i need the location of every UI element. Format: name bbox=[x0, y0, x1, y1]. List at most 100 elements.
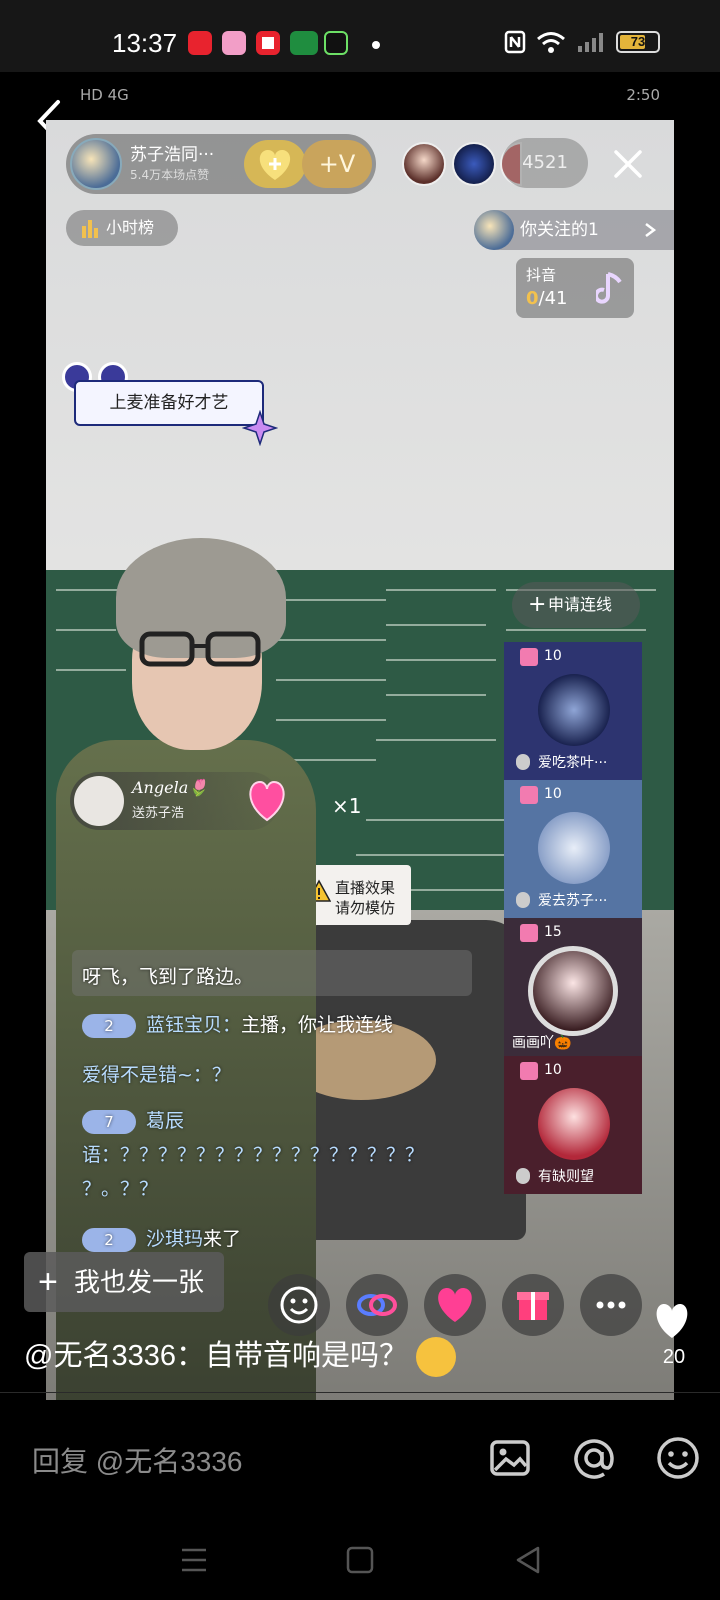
gift-count: 10 bbox=[544, 1062, 562, 1078]
host-info-pill[interactable]: 苏子浩同··· 5.4万本场点赞 +V bbox=[66, 134, 376, 194]
battery-level: 73 bbox=[630, 34, 646, 49]
mic-slot[interactable]: 10 爱去苏子··· bbox=[504, 780, 642, 918]
mic-slot[interactable]: 10 爱吃茶叶··· bbox=[504, 642, 642, 780]
heart-icon bbox=[438, 1288, 472, 1322]
gift-target: 送苏子浩 bbox=[132, 806, 185, 821]
navigation-bar bbox=[0, 1520, 720, 1600]
mic-slot[interactable]: 15 画画吖🎃 bbox=[504, 918, 642, 1056]
gift-banner: Angela🌷 送苏子浩 ×1 bbox=[70, 772, 361, 830]
gift-sender-avatar bbox=[74, 776, 124, 826]
host-likes: 5.4万本场点赞 bbox=[130, 168, 210, 182]
post-image-button[interactable]: + 我也发一张 bbox=[24, 1252, 224, 1312]
wifi-icon bbox=[537, 32, 565, 53]
following-avatar bbox=[474, 210, 514, 250]
warning-sign: 直播效果 请勿模仿 bbox=[301, 865, 411, 925]
mic-avatar bbox=[528, 946, 618, 1036]
gift-count: 10 bbox=[544, 648, 562, 664]
music-count-total: /41 bbox=[538, 288, 568, 309]
live-stream-screenshot[interactable]: 直播效果 请勿模仿 苏子浩同··· 5.4万本场点赞 +V 4521 小时榜 你… bbox=[46, 120, 674, 1400]
gift-icon bbox=[520, 924, 538, 942]
viewer-count[interactable]: 4521 bbox=[502, 138, 588, 188]
heart-gift-icon bbox=[249, 780, 285, 822]
chat-message: 呀飞，飞到了路边。 bbox=[82, 966, 254, 988]
chat-user[interactable]: 葛辰 bbox=[146, 1110, 184, 1132]
apply-link-label: 申请连线 bbox=[548, 595, 613, 614]
youtube-icon bbox=[188, 31, 212, 55]
gift-icon bbox=[520, 786, 538, 804]
more-dots-icon bbox=[596, 1301, 626, 1309]
mic-slot[interactable]: 10 有缺则望 bbox=[504, 1056, 642, 1194]
like-heart-icon[interactable] bbox=[650, 1300, 694, 1340]
close-icon[interactable] bbox=[608, 144, 648, 184]
host-avatar[interactable] bbox=[70, 138, 122, 190]
plus-icon: + bbox=[38, 1263, 58, 1301]
like-count: 20 bbox=[662, 1346, 686, 1368]
chat-message: 2 蓝钰宝贝：主播，你让我连线 bbox=[82, 1010, 393, 1038]
level-badge: 2 bbox=[82, 1227, 136, 1252]
douyin-music-widget[interactable]: 抖音 0/41 bbox=[516, 258, 634, 318]
warning-line-1: 直播效果 bbox=[335, 879, 396, 897]
following-live-pill[interactable]: 你关注的1 bbox=[474, 210, 674, 250]
chat-message: 2 沙琪玛来了 bbox=[82, 1224, 241, 1252]
mic-user-name: 爱吃茶叶··· bbox=[538, 755, 608, 771]
mic-user-name: 爱去苏子··· bbox=[538, 893, 608, 909]
gift-sender-name: Angela🌷 bbox=[132, 778, 209, 797]
heart-plus-icon bbox=[259, 150, 291, 180]
gift-count: 15 bbox=[544, 924, 562, 940]
post-image-label: 我也发一张 bbox=[74, 1267, 205, 1297]
gift-times: ×1 bbox=[332, 794, 362, 818]
status-time: 13:37 bbox=[112, 28, 178, 58]
sparkle-icon bbox=[242, 410, 278, 446]
gift-count: 10 bbox=[544, 786, 562, 802]
following-label: 你关注的1 bbox=[520, 220, 599, 240]
back-icon[interactable] bbox=[504, 1536, 552, 1584]
screenshot-time: 2:50 bbox=[626, 86, 660, 104]
image-picker-icon[interactable] bbox=[486, 1434, 534, 1482]
like-gift-button[interactable] bbox=[424, 1274, 486, 1336]
comment-text[interactable]: @无名3336：自带音响是吗？ bbox=[24, 1332, 456, 1378]
mic-icon bbox=[516, 1168, 530, 1184]
oppo-app-icon bbox=[290, 31, 318, 55]
glasses bbox=[139, 631, 261, 667]
chat-message: 语：？？？？？？？？？？？？？？？？ bbox=[82, 1144, 425, 1166]
mic-user-name: 有缺则望 bbox=[538, 1169, 594, 1185]
mic-panel: 10 爱吃茶叶··· 10 爱去苏子··· 15 画画吖🎃 10 有缺则望 bbox=[504, 642, 642, 1198]
chat-message: ？。？？ bbox=[82, 1178, 159, 1200]
gift-icon bbox=[520, 648, 538, 666]
home-icon[interactable] bbox=[336, 1536, 384, 1584]
screenshot-status-bar: HD 4G 2:50 bbox=[80, 82, 660, 112]
hourly-rank-label: 小时榜 bbox=[106, 218, 155, 237]
game-app-icon bbox=[222, 31, 246, 55]
speech-bubble: 上麦准备好才艺 bbox=[74, 380, 264, 426]
signal-icon bbox=[578, 33, 603, 52]
gift-box-icon bbox=[517, 1292, 549, 1320]
hourly-rank-pill[interactable]: 小时榜 bbox=[66, 210, 178, 246]
music-progress: 0/41 bbox=[526, 288, 568, 309]
vip-button[interactable]: +V bbox=[302, 140, 372, 188]
level-badge: 7 bbox=[82, 1109, 136, 1134]
status-bar: 13:37 73 bbox=[0, 0, 720, 72]
gift-button[interactable] bbox=[502, 1274, 564, 1336]
apply-link-button[interactable]: + 申请连线 bbox=[512, 582, 640, 628]
link-icon bbox=[357, 1294, 397, 1316]
chat-message: 爱得不是错~：？ bbox=[82, 1064, 231, 1086]
viewer-avatar[interactable] bbox=[402, 142, 446, 186]
chat-user[interactable]: 蓝钰宝贝： bbox=[146, 1014, 241, 1036]
mic-avatar bbox=[538, 674, 610, 746]
emoji-icon[interactable] bbox=[654, 1434, 702, 1482]
viewer-avatar[interactable] bbox=[452, 142, 496, 186]
music-app-icon bbox=[324, 31, 348, 55]
fan-club-button[interactable] bbox=[244, 140, 306, 188]
battery-icon: 73 bbox=[616, 31, 660, 53]
link-mic-button[interactable] bbox=[346, 1274, 408, 1336]
video-app-icon bbox=[256, 31, 280, 55]
mic-avatar bbox=[538, 1088, 610, 1160]
menu-icon[interactable] bbox=[170, 1536, 218, 1584]
mic-user-name: 画画吖🎃 bbox=[512, 1035, 572, 1051]
music-count-now: 0 bbox=[526, 288, 539, 309]
reply-input[interactable]: 回复 @无名3336 bbox=[32, 1440, 243, 1480]
chat-user[interactable]: 沙琪玛 bbox=[146, 1228, 203, 1250]
more-button[interactable] bbox=[580, 1274, 642, 1336]
emoji-button[interactable] bbox=[268, 1274, 330, 1336]
mention-icon[interactable] bbox=[570, 1434, 618, 1482]
